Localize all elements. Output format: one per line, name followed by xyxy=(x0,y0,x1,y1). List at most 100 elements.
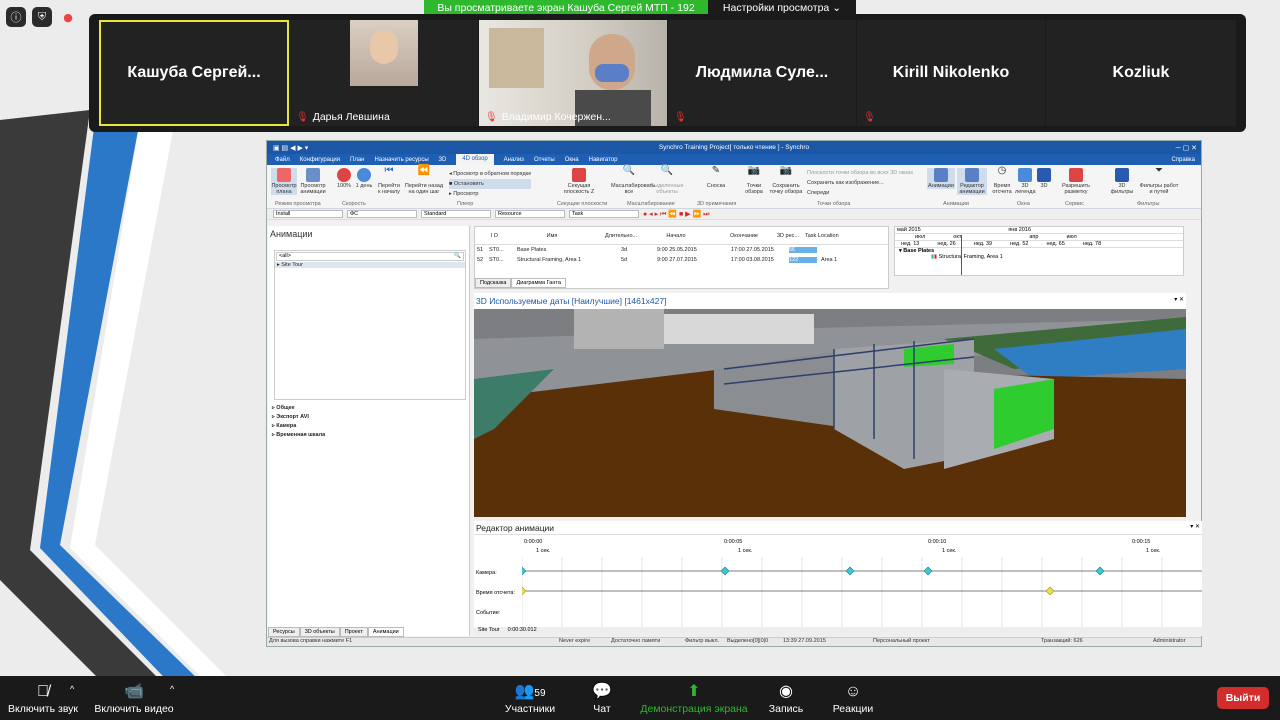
participants-button[interactable]: 👥59 Участники xyxy=(500,681,560,715)
play-reverse-button[interactable]: ◂ Просмотр в обратном порядке xyxy=(449,169,531,179)
callout-button[interactable]: ✎ Сноска xyxy=(701,166,731,190)
menu-bar: Файл Конфигурация План Назначить ресурсы… xyxy=(267,154,1201,165)
keyframe-tracks[interactable] xyxy=(522,557,1202,627)
reactions-button[interactable]: ☺ Реакции xyxy=(830,681,876,715)
menu-plan[interactable]: План xyxy=(350,157,364,163)
filter-combo[interactable]: ФС xyxy=(347,210,417,218)
leave-button[interactable]: Выйти xyxy=(1217,687,1269,709)
start-video-button[interactable]: 📹 Включить видео xyxy=(94,681,174,715)
menu-resources[interactable]: Назначить ресурсы xyxy=(375,157,429,163)
tab-resources[interactable]: Ресурсы xyxy=(268,627,300,637)
prop-timeline[interactable]: ▹ Временная шкала xyxy=(272,431,325,440)
filter-combo[interactable]: Task xyxy=(569,210,639,218)
day-step[interactable]: 1 день xyxy=(355,168,373,189)
panel-controls[interactable]: ▾ ✕ xyxy=(1174,296,1184,303)
shield-icon[interactable]: ⛨ xyxy=(32,7,52,27)
menu-help[interactable]: Справка xyxy=(1171,157,1195,163)
viewpoints-button[interactable]: 📷 Точки обзора xyxy=(741,166,767,196)
menu-analysis[interactable]: Анализ xyxy=(504,157,524,163)
participant-tile[interactable]: 🎙 Дарья Левшина xyxy=(290,20,478,126)
3d-viewport[interactable] xyxy=(474,309,1186,517)
col-header[interactable]: Начало xyxy=(641,233,711,239)
time-ruler[interactable]: 0:00:00 0:00:05 0:00:10 0:00:15 1 сек. 1… xyxy=(524,539,1202,554)
filter-combo[interactable]: Resource xyxy=(495,210,565,218)
skip-back-icon: ⏮ xyxy=(384,165,394,176)
tab-animations[interactable]: Анимации xyxy=(367,627,404,637)
col-header[interactable]: 3D рес... xyxy=(777,233,805,239)
menu-config[interactable]: Конфигурация xyxy=(300,157,340,163)
3d-window-button[interactable]: 3D xyxy=(1037,168,1051,189)
search-input[interactable]: <all> 🔍 xyxy=(276,252,464,261)
zoom-all-button[interactable]: 🔍 Масштабировать все xyxy=(611,166,655,196)
section-plane-button[interactable]: Секущая плоскость Z xyxy=(559,168,599,195)
animations-button[interactable]: Анимации xyxy=(927,168,955,189)
recording-icon: ● xyxy=(63,10,73,24)
col-header[interactable]: Длительно... xyxy=(605,233,641,239)
col-header[interactable]: Окончание xyxy=(711,233,777,239)
audio-options-caret[interactable]: ^ xyxy=(70,684,74,694)
properties-tree: ▹ Общее ▹ Экспорт AVI ▹ Камера ▹ Временн… xyxy=(272,404,325,440)
participant-tile[interactable]: Kozliuk xyxy=(1046,20,1236,126)
gantt-row[interactable]: ▮▮ Structural Framing, Area 1 xyxy=(895,254,1183,260)
prop-camera[interactable]: ▹ Камера xyxy=(272,422,325,431)
col-header[interactable]: Имя xyxy=(499,233,605,239)
filter-combo[interactable]: Standard xyxy=(421,210,491,218)
playback-controls[interactable]: ● ◂ ▸ ⏮ ⏪ ■ ▶ ⏩ ⏭ xyxy=(643,210,709,219)
menu-3d[interactable]: 3D xyxy=(439,157,447,163)
table-row[interactable]: 52 ST0... Structural Framing, Area 1 5d 9:00… xyxy=(475,255,888,265)
viewpoint-planes-option[interactable]: Плоскости точки обзора во всех 3D окнах xyxy=(807,168,913,178)
save-image-option[interactable]: Сохранить как изображение... xyxy=(807,178,913,188)
chat-button[interactable]: 💬 Чат xyxy=(582,681,622,715)
stop-button[interactable]: ■ Остановить xyxy=(449,179,532,189)
animation-editor-button[interactable]: Редактор анимации xyxy=(957,168,987,195)
search-icon[interactable]: 🔍 xyxy=(454,253,461,260)
table-row[interactable]: 51 ST0... Base Plates 3d 9:00 25.05.2015 17:0… xyxy=(475,245,888,255)
group-label: 3D примечания xyxy=(697,201,737,207)
tab-3d-objects[interactable]: 3D объекты xyxy=(299,627,340,637)
participant-tile[interactable]: Людмила Суле... 🎙 xyxy=(668,20,856,126)
participant-tile[interactable]: Kirill Nikolenko 🎙 xyxy=(857,20,1045,126)
plan-view-button[interactable]: Просмотр плана xyxy=(271,168,297,195)
tab-project[interactable]: Проект xyxy=(339,627,368,637)
video-options-caret[interactable]: ^ xyxy=(170,684,174,694)
menu-windows[interactable]: Окна xyxy=(565,157,579,163)
front-option[interactable]: Спереди xyxy=(807,188,913,198)
info-icon[interactable]: ⓘ xyxy=(6,7,26,27)
tab-hint[interactable]: Подсказка xyxy=(475,278,512,288)
animation-view-button[interactable]: Просмотр анимации xyxy=(299,168,327,195)
prop-general[interactable]: ▹ Общее xyxy=(272,404,325,413)
step-back-button[interactable]: ⏪ Перейти назад на один шаг xyxy=(403,166,445,196)
record-button[interactable]: ◉ Запись xyxy=(764,681,808,715)
allow-markup-button[interactable]: Разрешить разметку xyxy=(1059,168,1093,195)
view-settings-button[interactable]: Настройки просмотра ⌄ xyxy=(708,0,856,15)
animation-icon xyxy=(934,168,948,182)
tree-item[interactable]: ▸ Site Tour xyxy=(275,262,465,268)
col-header[interactable]: Task Location xyxy=(805,233,861,239)
3d-legend-button[interactable]: 3D легенда xyxy=(1015,168,1036,195)
share-screen-button[interactable]: ⬆ Демонстрация экрана xyxy=(640,681,748,715)
menu-4d-view[interactable]: 4D обзор xyxy=(456,154,494,165)
3d-filters-button[interactable]: 3D фильтры xyxy=(1109,168,1135,195)
unmute-button[interactable]: 🎙̸ Включить звук xyxy=(6,681,80,715)
save-viewpoint-button[interactable]: 📷 Сохранить точку обзора xyxy=(769,166,803,196)
focus-time-button[interactable]: ◷ Время отсчета xyxy=(991,166,1013,196)
filter-combo[interactable]: Install xyxy=(273,210,343,218)
prop-export[interactable]: ▹ Экспорт AVI xyxy=(272,413,325,422)
task-filters-button[interactable]: ⏷ Фильтры работ и путей xyxy=(1139,166,1179,196)
col-header[interactable]: I D xyxy=(475,233,499,239)
window-controls[interactable]: ─ ▢ ✕ xyxy=(1176,144,1197,152)
panel-controls[interactable]: ▾ ✕ xyxy=(1190,523,1200,530)
menu-file[interactable]: Файл xyxy=(275,157,290,163)
tab-gantt[interactable]: Диаграмма Ганта xyxy=(511,278,566,288)
menu-navigator[interactable]: Навигатор xyxy=(589,157,618,163)
participant-tile[interactable]: Кашуба Сергей... xyxy=(99,20,289,126)
participant-name: Kozliuk xyxy=(1112,64,1170,81)
speed-gauge[interactable]: 100% xyxy=(335,168,353,189)
participant-tile[interactable]: 🎙 Владимир Кочержен... xyxy=(479,20,667,126)
mic-off-icon: 🎙̸ xyxy=(37,683,49,700)
zoom-selected-button[interactable]: 🔍 Выделенные объекты xyxy=(649,166,685,196)
play-button[interactable]: ▸ Просмотр xyxy=(449,189,531,199)
menu-reports[interactable]: Отчеты xyxy=(534,157,555,163)
go-start-button[interactable]: ⏮ Перейти к началу xyxy=(377,165,401,196)
editor-icon xyxy=(965,168,979,182)
